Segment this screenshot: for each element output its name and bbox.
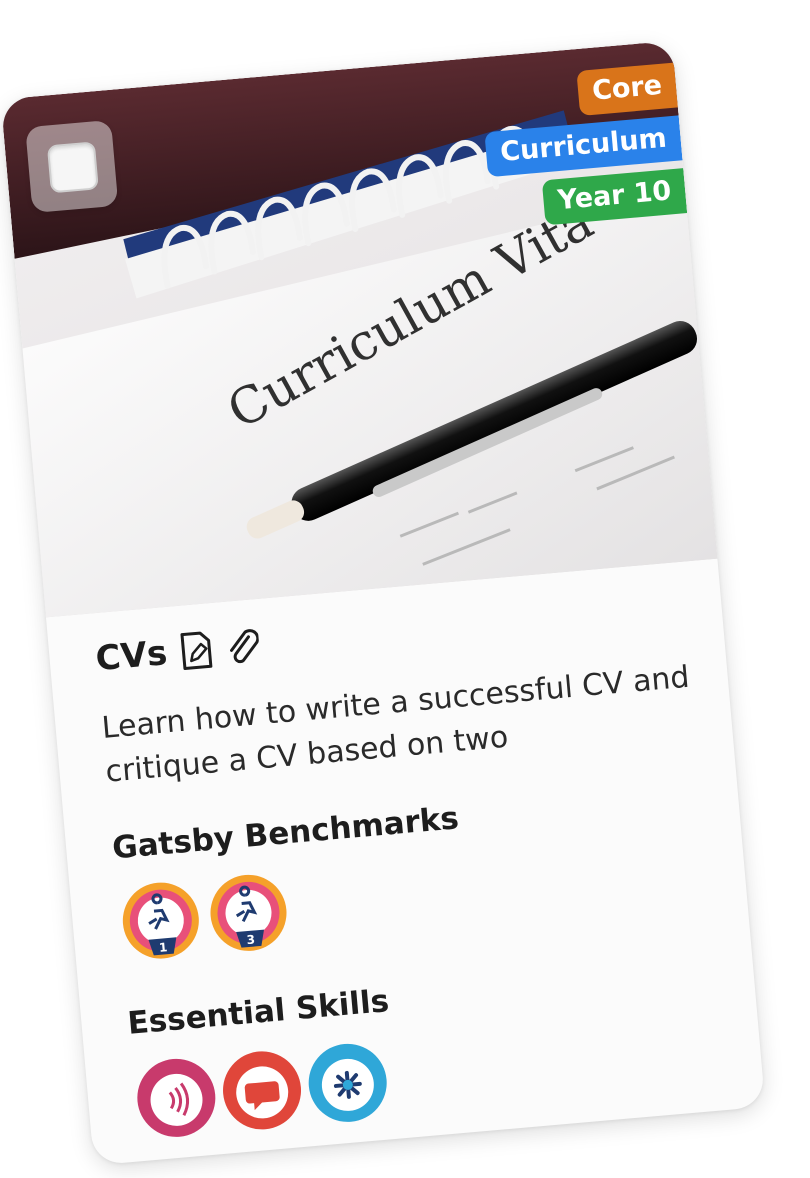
listening-skill-icon xyxy=(137,1058,216,1137)
card-title: CVs xyxy=(94,633,169,680)
select-checkbox[interactable] xyxy=(46,141,99,194)
lesson-card[interactable]: Curriculum Vita Core Curriculum Year 10 … xyxy=(0,40,766,1166)
lesson-photo: Curriculum Vita Core Curriculum Year 10 xyxy=(0,40,718,618)
stage: Curriculum Vita Core Curriculum Year 10 … xyxy=(0,0,810,1178)
gatsby-benchmark-3-icon: 3 xyxy=(210,874,287,951)
gatsby-benchmark-1-icon: 1 xyxy=(122,882,199,959)
tag-list: Core Curriculum Year 10 xyxy=(480,62,688,230)
paperclip-icon[interactable] xyxy=(223,626,260,667)
select-checkbox-wrapper[interactable] xyxy=(25,119,119,214)
document-edit-icon[interactable] xyxy=(177,630,214,671)
teamwork-skill-icon xyxy=(308,1043,387,1122)
badge-number: 1 xyxy=(158,940,168,955)
badge-number: 3 xyxy=(246,932,256,947)
tag-curriculum: Curriculum xyxy=(484,115,683,178)
speaking-skill-icon xyxy=(223,1051,302,1130)
card-content: CVs Learn how to write a successful CV a… xyxy=(94,582,727,1145)
tag-core: Core xyxy=(576,62,678,116)
